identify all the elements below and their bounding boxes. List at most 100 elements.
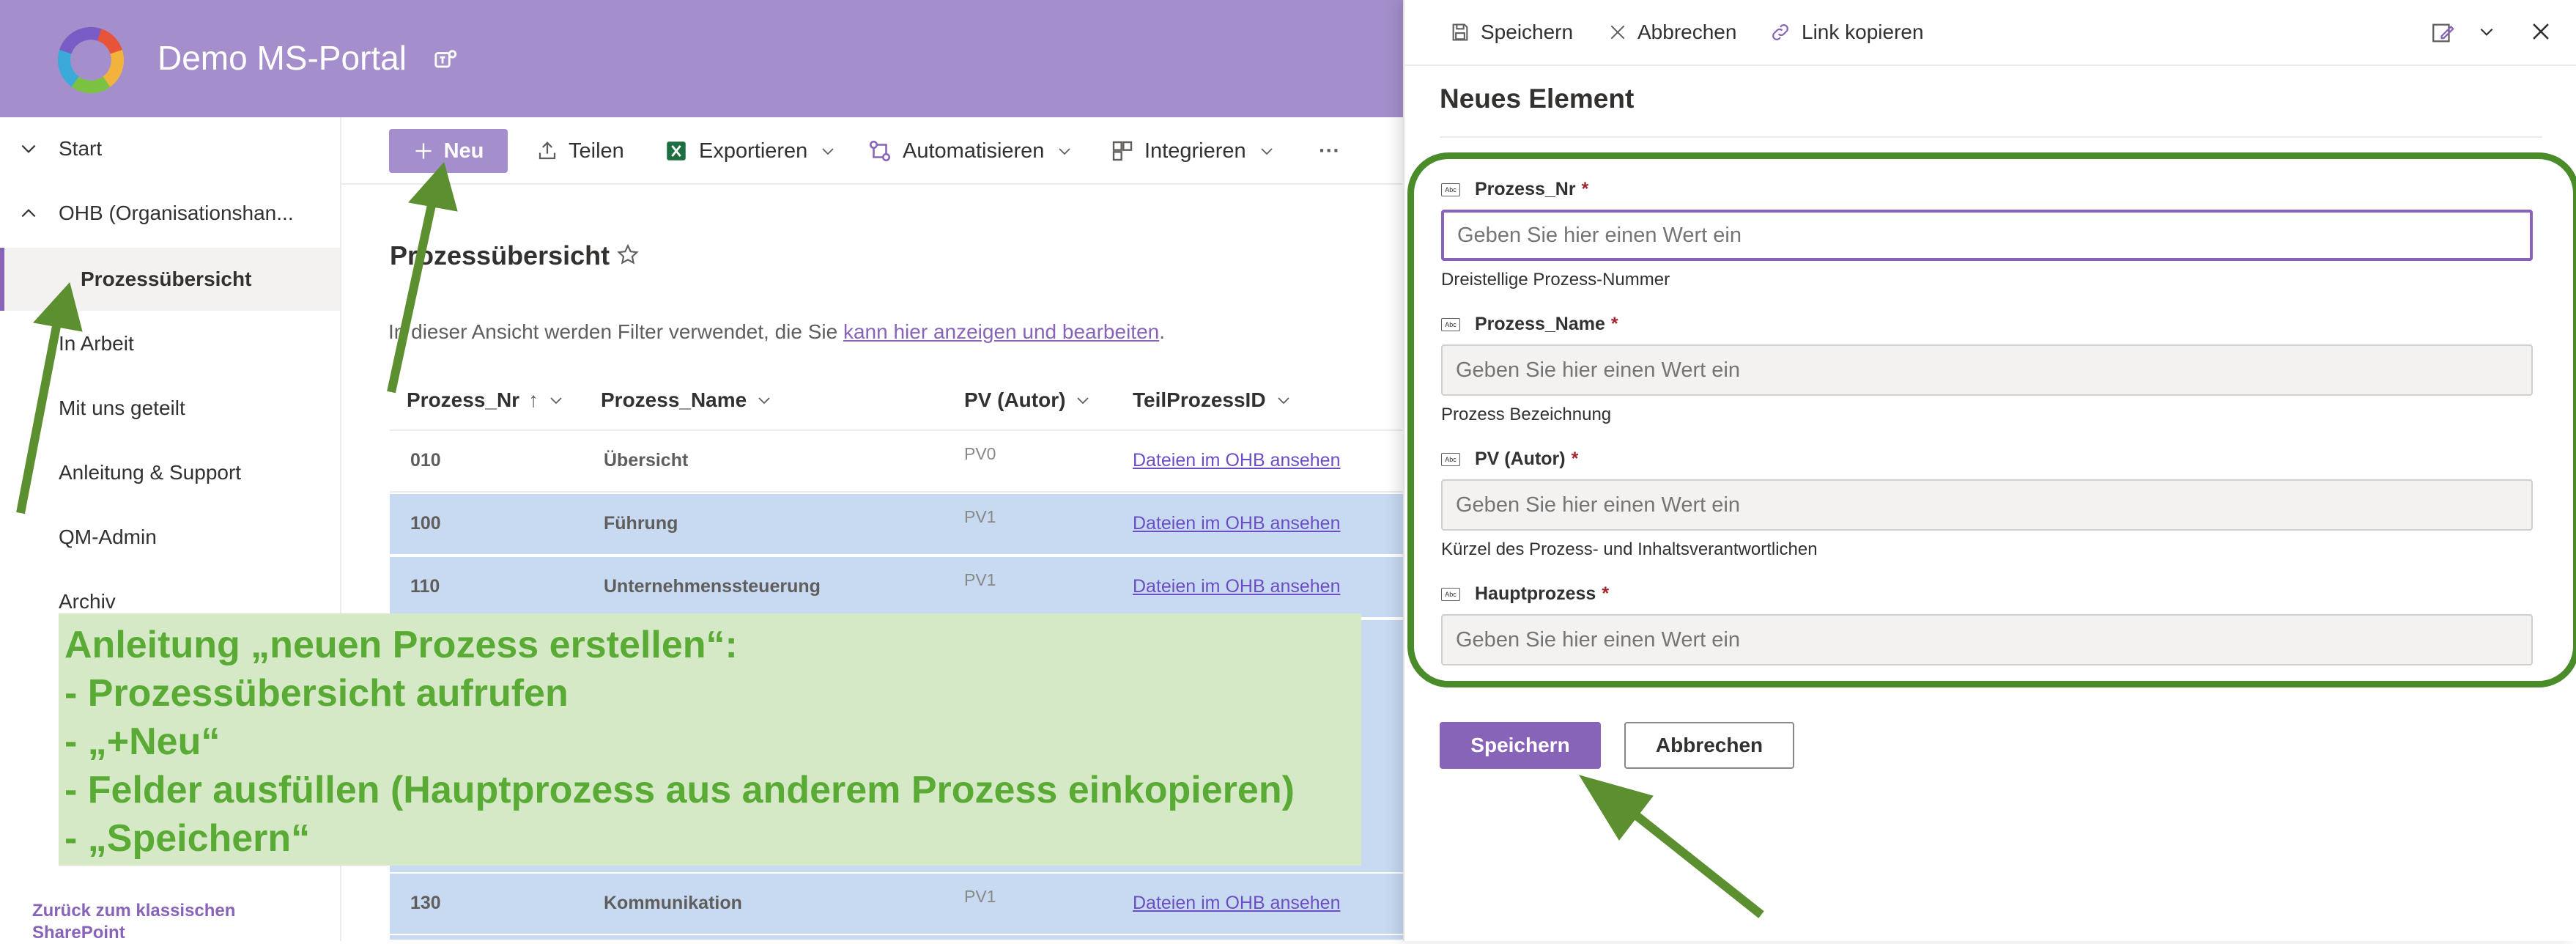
nav-item-in-arbeit[interactable]: In Arbeit (0, 312, 340, 375)
required-mark: * (1602, 583, 1610, 604)
chevron-down-icon[interactable] (19, 139, 38, 158)
required-mark: * (1571, 449, 1579, 469)
arrow-to-new-button (387, 200, 437, 394)
prozess-name-input[interactable] (1441, 344, 2533, 396)
chevron-down-icon[interactable] (2477, 22, 2496, 41)
required-mark: * (1610, 314, 1618, 334)
table-row[interactable]: 100 Führung PV1 Dateien im OHB ansehen (390, 494, 1403, 556)
panel-save-button[interactable]: Speichern (1450, 18, 1573, 47)
field-label-text: Hauptprozess (1475, 583, 1596, 604)
share-button-label: Teilen (569, 139, 624, 163)
sort-ascending-icon: ↑ (528, 388, 539, 411)
instruction-line: - „Speichern“ (64, 817, 311, 860)
nav-item-start[interactable]: Start (0, 117, 340, 180)
instruction-annotation: Anleitung „neuen Prozess erstellen“: - P… (59, 613, 1361, 866)
table-row (390, 935, 1403, 941)
panel-save-label: Speichern (1481, 21, 1574, 43)
column-header-label: TeilProzessID (1133, 388, 1266, 411)
nav-item-qm-admin[interactable]: QM-Admin (0, 506, 340, 569)
instruction-line: Anleitung „neuen Prozess erstellen“: (64, 624, 738, 666)
toolbar-divider (1404, 64, 2576, 66)
chevron-up-icon[interactable] (19, 204, 38, 223)
nav-item-mit-uns-geteilt[interactable]: Mit uns geteilt (0, 377, 340, 440)
nav-item-label: In Arbeit (59, 332, 134, 355)
column-header-prozess-nr[interactable]: Prozess_Nr ↑ (407, 388, 565, 412)
filter-edit-link[interactable]: kann hier anzeigen und bearbeiten (843, 320, 1159, 343)
column-header-label: Prozess_Nr (407, 388, 520, 411)
column-header-teilprozessid[interactable]: TeilProzessID (1133, 388, 1292, 412)
cell-prozess-name: Unternehmenssteuerung (604, 576, 821, 597)
nav-item-label: Archiv (59, 590, 116, 613)
field-label-pv-autor: Abc PV (Autor) * (1441, 449, 1578, 470)
cell-prozess-name: Übersicht (604, 450, 689, 471)
cell-files-link[interactable]: Dateien im OHB ansehen (1133, 513, 1340, 534)
nav-item-anleitung-support[interactable]: Anleitung & Support (0, 441, 340, 504)
text-field-icon: Abc (1441, 452, 1460, 466)
link-icon (1772, 24, 1788, 40)
site-logo-icon[interactable] (56, 25, 126, 95)
nav-item-prozessuebersicht[interactable]: Prozessübersicht (0, 248, 340, 311)
favorite-star-icon[interactable] (615, 243, 640, 268)
automate-button-label: Automatisieren (903, 139, 1045, 163)
table-row[interactable]: 130 Kommunikation PV1 Dateien im OHB ans… (390, 874, 1403, 935)
more-button[interactable]: ··· (1319, 135, 1340, 167)
cell-files-link[interactable]: Dateien im OHB ansehen (1133, 450, 1340, 471)
form-cancel-button[interactable]: Abbrechen (1624, 722, 1794, 769)
instruction-line: - Felder ausfüllen (Hauptprozess aus and… (64, 769, 1295, 811)
nav-item-ohb[interactable]: OHB (Organisationshan... (0, 182, 340, 245)
integrate-button[interactable]: Integrieren (1111, 135, 1276, 167)
close-panel-icon[interactable] (2528, 19, 2553, 44)
automate-button[interactable]: Automatisieren (867, 135, 1073, 167)
integrate-button-label: Integrieren (1144, 139, 1246, 163)
form-save-button[interactable]: Speichern (1440, 722, 1601, 769)
cell-pv-autor: PV1 (964, 570, 996, 589)
cell-files-link[interactable]: Dateien im OHB ansehen (1133, 893, 1340, 914)
panel-cancel-label: Abbrechen (1637, 21, 1737, 43)
pv-autor-input[interactable] (1441, 479, 2533, 531)
field-description: Prozess Bezeichnung (1441, 405, 1612, 424)
title-divider (1440, 136, 2542, 138)
new-button[interactable]: Neu (389, 129, 508, 173)
column-header-pv-autor[interactable]: PV (Autor) (964, 388, 1092, 412)
edit-form-icon[interactable] (2430, 21, 2455, 45)
teams-icon[interactable] (434, 47, 459, 72)
excel-icon (667, 141, 686, 161)
table-row[interactable]: 010 Übersicht PV0 Dateien im OHB ansehen (390, 431, 1403, 493)
cell-prozess-name: Führung (604, 513, 678, 534)
nav-item-label: Prozessübersicht (81, 268, 252, 290)
cell-pv-autor: PV0 (964, 444, 996, 463)
column-header-label: Prozess_Name (601, 388, 747, 411)
text-field-icon: Abc (1441, 587, 1460, 601)
classic-sharepoint-link[interactable]: Zurück zum klassischen SharePoint (32, 900, 296, 944)
hauptprozess-input[interactable] (1441, 614, 2533, 665)
new-button-label: Neu (443, 139, 484, 163)
field-label-text: Prozess_Name (1475, 314, 1605, 334)
panel-cancel-button[interactable]: Abbrechen (1608, 18, 1736, 47)
table-row[interactable]: 110 Unternehmenssteuerung PV1 Dateien im… (390, 557, 1403, 619)
instruction-line: - Prozessübersicht aufrufen (64, 672, 569, 715)
panel-title: Neues Element (1440, 84, 1635, 114)
site-title[interactable]: Demo MS-Portal (158, 38, 407, 78)
chevron-down-icon (1261, 148, 1273, 155)
share-icon (538, 141, 556, 160)
chevron-down-icon (550, 397, 562, 405)
plus-icon (415, 143, 432, 159)
share-button[interactable]: Teilen (536, 135, 624, 167)
cell-files-link[interactable]: Dateien im OHB ansehen (1133, 576, 1340, 597)
command-bar: Neu Teilen Exportieren Automatisieren In… (341, 117, 1403, 185)
cell-prozess-name: Kommunikation (604, 893, 742, 913)
cell-prozess-nr: 100 (410, 513, 441, 534)
required-mark: * (1581, 179, 1589, 199)
cell-prozess-nr: 110 (410, 576, 440, 597)
column-header-prozess-name[interactable]: Prozess_Name (601, 388, 773, 412)
chevron-down-icon (1059, 148, 1071, 155)
nav-item-label: QM-Admin (59, 526, 157, 548)
copy-link-button[interactable]: Link kopieren (1769, 18, 1924, 47)
copy-link-label: Link kopieren (1802, 21, 1924, 43)
prozess-nr-input[interactable] (1441, 210, 2533, 261)
chevron-down-icon (758, 397, 770, 405)
filter-notice-suffix: . (1159, 320, 1165, 343)
export-button[interactable]: Exportieren (664, 135, 837, 167)
cell-pv-autor: PV1 (964, 887, 996, 906)
cell-prozess-nr: 130 (410, 893, 441, 913)
